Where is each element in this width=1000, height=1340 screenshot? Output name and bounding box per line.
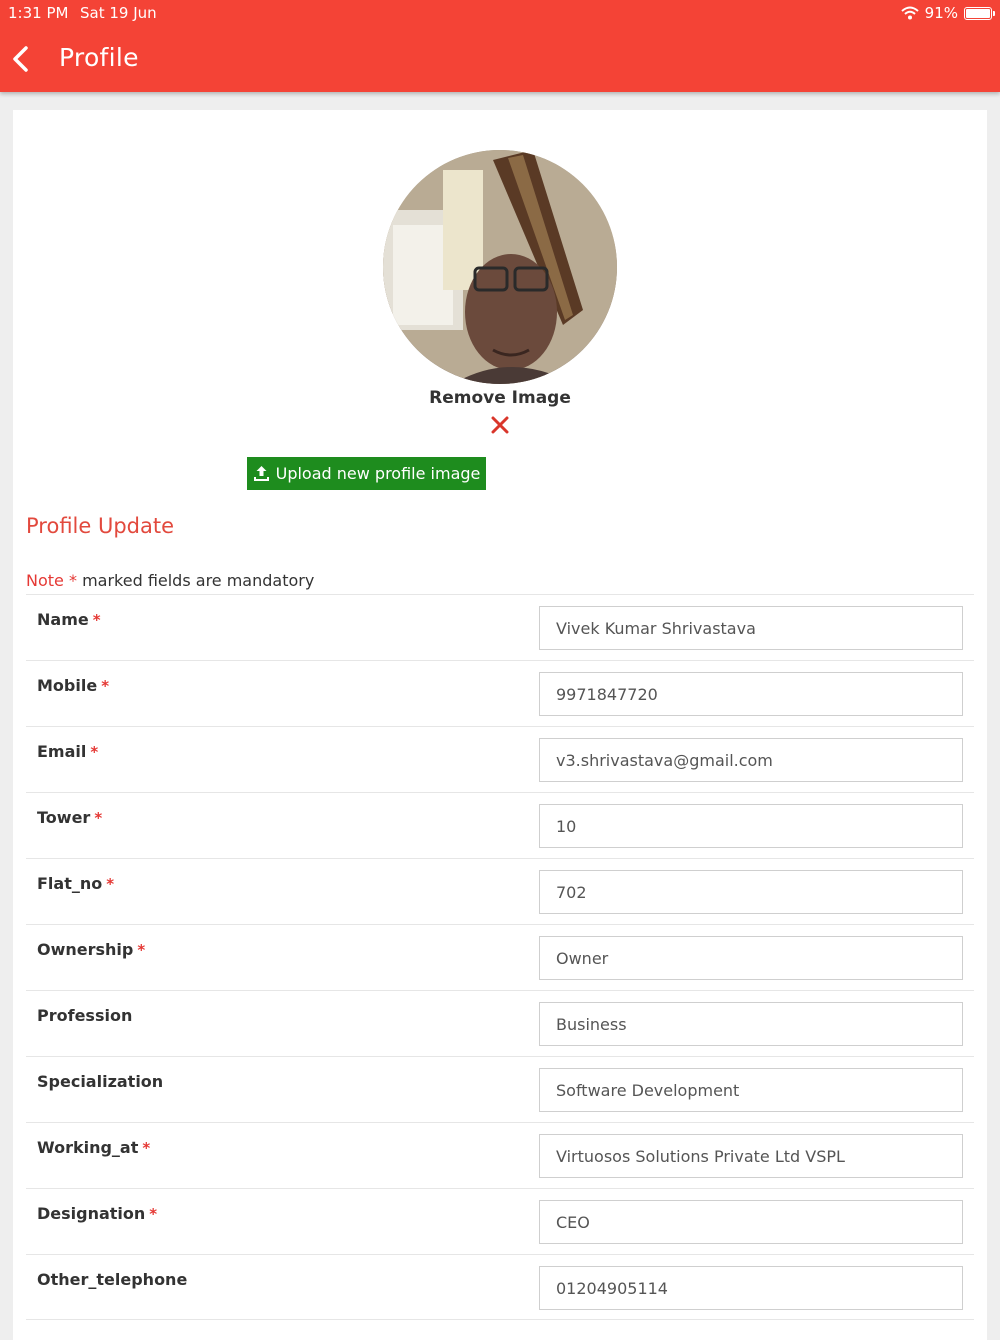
specialization-input[interactable]: Software Development <box>539 1068 963 1112</box>
form-row-flat-no: Flat_no * 702 <box>26 858 974 924</box>
field-label: Flat_no * <box>37 874 114 893</box>
name-input[interactable]: Vivek Kumar Shrivastava <box>539 606 963 650</box>
required-marker: * <box>142 1139 151 1157</box>
required-marker: * <box>94 809 103 827</box>
required-marker: * <box>90 743 99 761</box>
note-label: Note <box>26 571 64 590</box>
status-bar: 1:31 PM Sat 19 Jun 91% <box>0 0 1000 26</box>
ownership-input[interactable]: Owner <box>539 936 963 980</box>
battery-icon <box>964 6 995 20</box>
field-label-text: Mobile <box>37 676 98 695</box>
form-row-other-telephone: Other_telephone 01204905114 <box>26 1254 974 1320</box>
field-label-text: Email <box>37 742 87 761</box>
form-row-name: Name * Vivek Kumar Shrivastava <box>26 594 974 660</box>
wifi-icon <box>900 6 919 20</box>
required-marker: * <box>92 611 101 629</box>
field-label-text: Tower <box>37 808 91 827</box>
field-label-text: Name <box>37 610 89 629</box>
upload-button-label: Upload new profile image <box>275 464 481 483</box>
form-row-specialization: Specialization Software Development <box>26 1056 974 1122</box>
close-icon[interactable] <box>490 415 510 435</box>
field-label: Ownership * <box>37 940 145 959</box>
designation-input[interactable]: CEO <box>539 1200 963 1244</box>
profile-avatar <box>383 150 617 384</box>
profile-card: Remove Image Upload new profile image Pr… <box>13 110 987 1340</box>
form-row-working-at: Working_at * Virtuosos Solutions Private … <box>26 1122 974 1188</box>
form-row-ownership: Ownership * Owner <box>26 924 974 990</box>
field-label-text: Ownership <box>37 940 134 959</box>
back-arrow-icon[interactable] <box>8 42 36 76</box>
field-label-text: Working_at <box>37 1138 139 1157</box>
required-marker: * <box>106 875 115 893</box>
tower-input[interactable]: 10 <box>539 804 963 848</box>
form-row-email: Email * v3.shrivastava@gmail.com <box>26 726 974 792</box>
field-label: Profession <box>37 1006 136 1025</box>
page-title: Profile <box>59 43 139 72</box>
field-label: Other_telephone <box>37 1270 191 1289</box>
mandatory-note: Note * marked fields are mandatory <box>26 571 314 590</box>
battery-level <box>966 8 990 18</box>
status-date: Sat 19 Jun <box>80 4 157 22</box>
status-indicators: 91% <box>900 4 995 22</box>
app-header: 1:31 PM Sat 19 Jun 91% Profile <box>0 0 1000 92</box>
field-label: Name * <box>37 610 101 629</box>
required-marker: * <box>137 941 146 959</box>
flat-no-input[interactable]: 702 <box>539 870 963 914</box>
other-telephone-input[interactable]: 01204905114 <box>539 1266 963 1310</box>
field-label-text: Profession <box>37 1006 133 1025</box>
field-label-text: Designation <box>37 1204 146 1223</box>
working-at-input[interactable]: Virtuosos Solutions Private Ltd VSPL <box>539 1134 963 1178</box>
note-star: * <box>68 571 77 590</box>
field-label-text: Flat_no <box>37 874 103 893</box>
profession-input[interactable]: Business <box>539 1002 963 1046</box>
form-row-profession: Profession Business <box>26 990 974 1056</box>
field-label: Designation * <box>37 1204 157 1223</box>
required-marker: * <box>149 1205 158 1223</box>
form-row-tower: Tower * 10 <box>26 792 974 858</box>
note-text: marked fields are mandatory <box>82 571 315 590</box>
mobile-input[interactable]: 9971847720 <box>539 672 963 716</box>
field-label-text: Other_telephone <box>37 1270 188 1289</box>
battery-percent: 91% <box>924 4 958 22</box>
field-label: Mobile * <box>37 676 109 695</box>
form-row-designation: Designation * CEO <box>26 1188 974 1254</box>
email-input[interactable]: v3.shrivastava@gmail.com <box>539 738 963 782</box>
field-label: Email * <box>37 742 98 761</box>
upload-icon <box>253 466 269 481</box>
upload-profile-image-button[interactable]: Upload new profile image <box>247 457 486 490</box>
status-time: 1:31 PM <box>8 4 69 22</box>
field-label: Specialization <box>37 1072 167 1091</box>
required-marker: * <box>101 677 110 695</box>
remove-image-label: Remove Image <box>429 388 571 408</box>
form-row-mobile: Mobile * 9971847720 <box>26 660 974 726</box>
field-label: Working_at * <box>37 1138 150 1157</box>
avatar-photo <box>383 150 617 384</box>
field-label-text: Specialization <box>37 1072 164 1091</box>
section-title: Profile Update <box>26 514 175 538</box>
profile-form: Name * Vivek Kumar Shrivastava Mobile * 99… <box>26 594 974 1320</box>
field-label: Tower * <box>37 808 102 827</box>
